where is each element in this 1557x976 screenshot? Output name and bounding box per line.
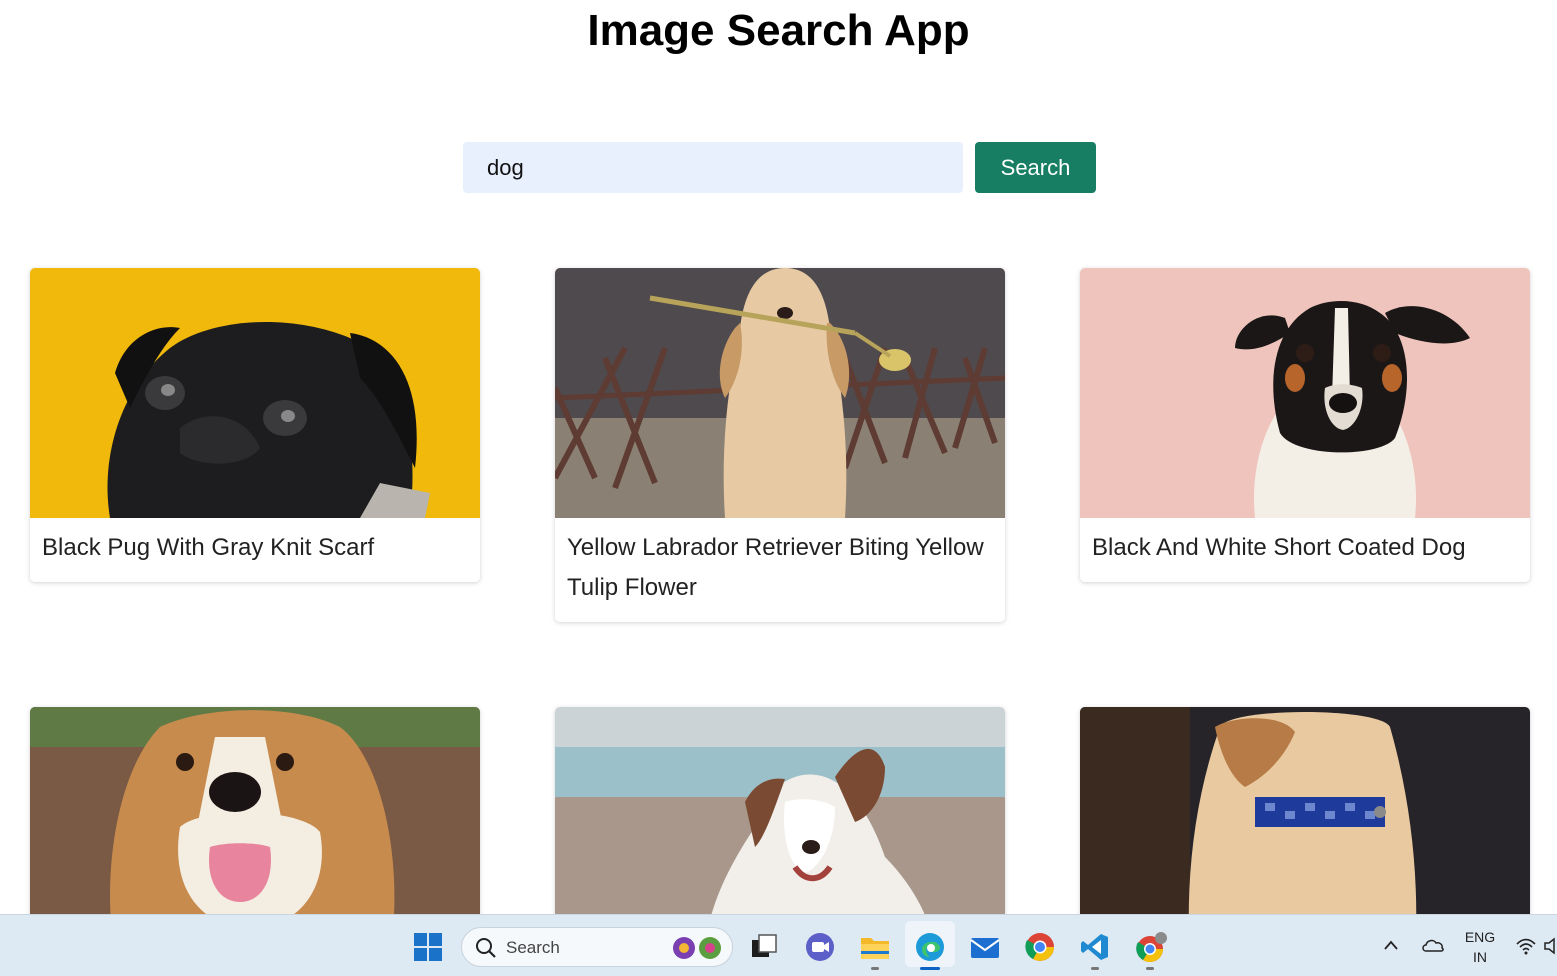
taskbar-search-box[interactable]: Search: [461, 927, 733, 967]
language-indicator-line2[interactable]: IN: [1460, 949, 1500, 965]
vscode-icon[interactable]: [1079, 931, 1111, 963]
search-button[interactable]: Search: [975, 142, 1096, 193]
result-caption: Yellow Labrador Retriever Biting Yellow …: [567, 534, 984, 601]
running-indicator: [1146, 967, 1154, 970]
running-indicator: [1091, 967, 1099, 970]
result-image[interactable]: [1080, 268, 1530, 518]
chrome-icon[interactable]: [1024, 931, 1056, 963]
teams-meet-icon[interactable]: [804, 931, 836, 963]
search-input[interactable]: [463, 142, 963, 193]
running-indicator: [871, 967, 879, 970]
search-highlight-icon: [673, 937, 721, 959]
result-image[interactable]: [30, 268, 480, 518]
browser-viewport: Image Search App Search Black Pug With G…: [0, 0, 1557, 976]
taskbar: Search ENG IN: [0, 914, 1557, 976]
windows-start-icon[interactable]: [413, 932, 443, 962]
search-icon: [476, 938, 496, 958]
chevron-up-icon[interactable]: [1383, 939, 1399, 951]
wifi-icon[interactable]: [1515, 937, 1537, 955]
file-explorer-icon[interactable]: [859, 932, 891, 962]
result-card[interactable]: Black Pug With Gray Knit Scarf: [30, 268, 480, 582]
edge-icon[interactable]: [914, 931, 946, 963]
language-indicator-line1[interactable]: ENG: [1460, 929, 1500, 945]
chrome-profile-icon[interactable]: [1134, 931, 1170, 963]
page-title: Image Search App: [587, 6, 970, 55]
taskbar-search-label: Search: [506, 938, 560, 957]
mail-icon[interactable]: [969, 932, 1001, 962]
result-card[interactable]: Black And White Short Coated Dog: [1080, 268, 1530, 582]
speaker-icon[interactable]: [1543, 937, 1557, 955]
onedrive-cloud-icon[interactable]: [1421, 937, 1445, 953]
result-image[interactable]: [555, 268, 1005, 518]
result-card[interactable]: Yellow Labrador Retriever Biting Yellow …: [555, 268, 1005, 622]
task-view-icon[interactable]: [749, 932, 779, 962]
active-indicator: [920, 967, 940, 970]
